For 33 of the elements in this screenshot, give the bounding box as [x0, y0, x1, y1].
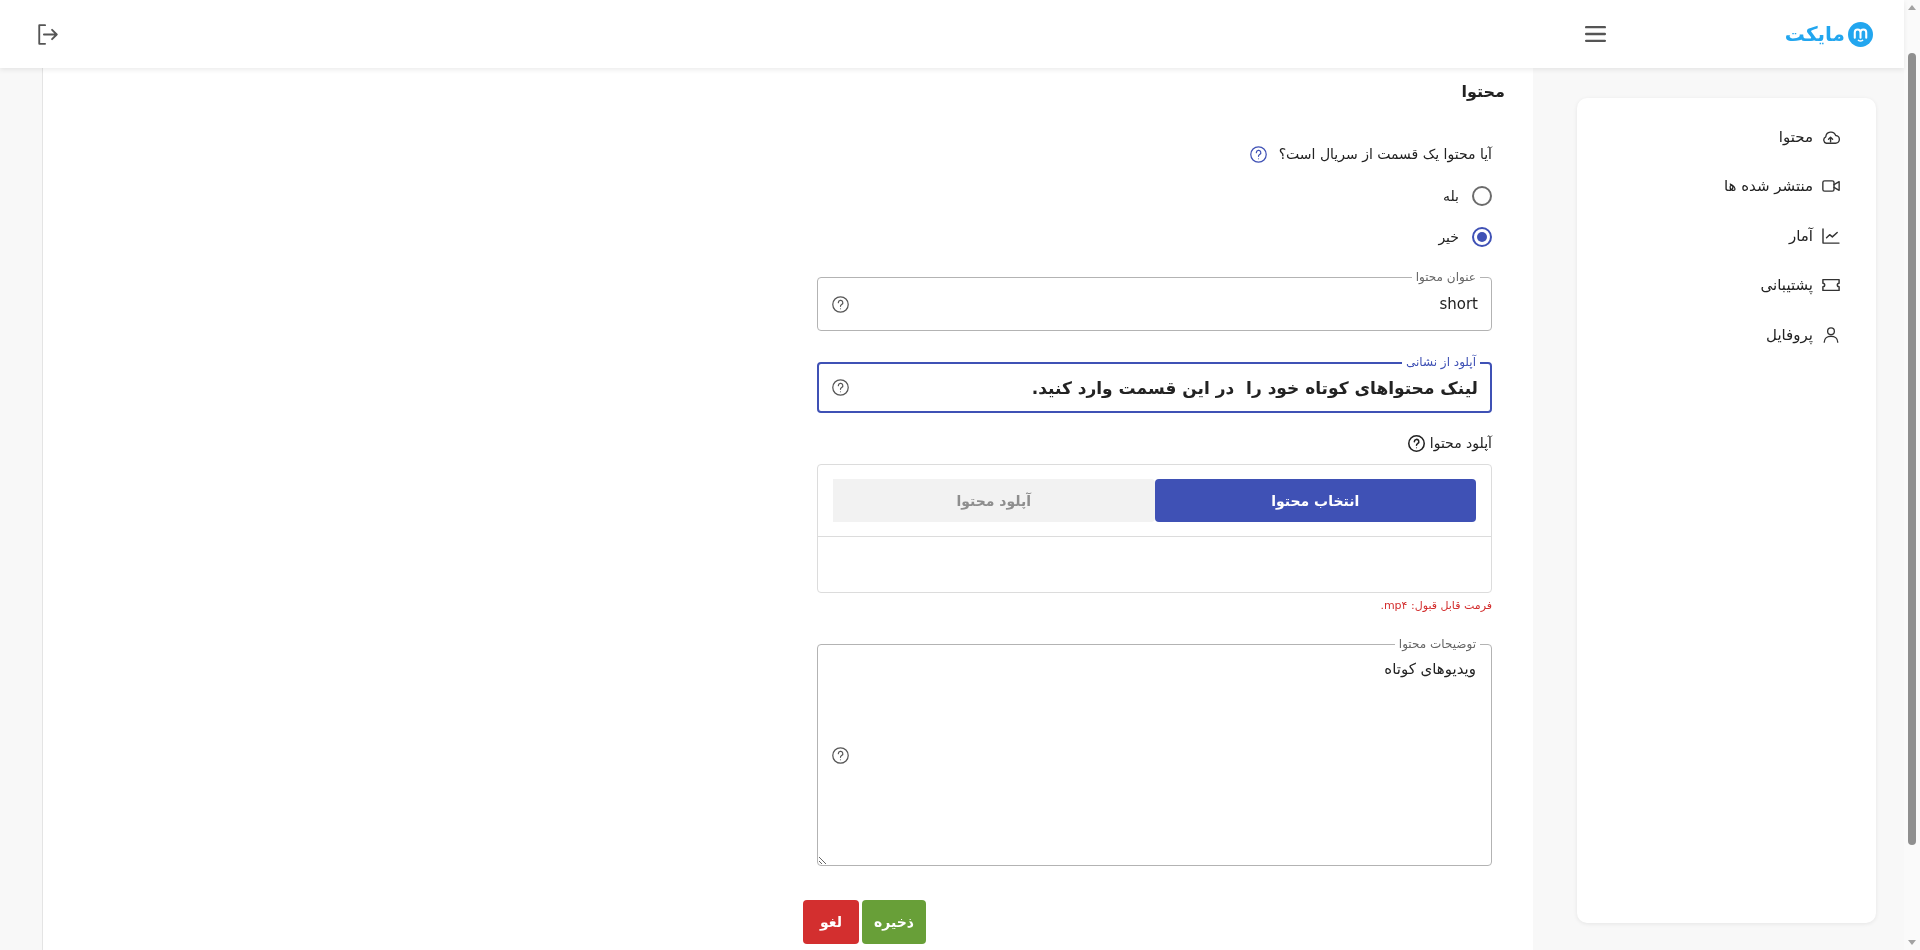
- help-icon[interactable]: [832, 295, 849, 313]
- scrollbar-thumb[interactable]: [1908, 53, 1916, 845]
- sidebar-item[interactable]: منتشر شده ها: [1723, 161, 1840, 211]
- help-icon[interactable]: [1249, 145, 1267, 163]
- cloud-upload-icon: [1822, 128, 1840, 145]
- line-chart-icon: [1822, 227, 1840, 244]
- ticket-icon: [1822, 277, 1840, 294]
- help-icon[interactable]: [1407, 434, 1425, 452]
- menu-icon[interactable]: [1584, 26, 1606, 42]
- radio-button[interactable]: [1472, 226, 1492, 247]
- sidebar-item[interactable]: پروفایل: [1766, 310, 1840, 360]
- field-label: توضیحات محتوا: [1394, 636, 1480, 652]
- help-icon[interactable]: [832, 746, 849, 764]
- option-label[interactable]: خیر: [1438, 228, 1459, 245]
- help-icon[interactable]: [832, 379, 849, 396]
- upload-label: آپلود محتوا: [1429, 435, 1492, 451]
- person-icon: [1822, 326, 1840, 343]
- choose-file-button[interactable]: انتخاب محتوا: [1154, 479, 1476, 522]
- logo-icon: [1848, 21, 1873, 47]
- sidebar-item[interactable]: محتوا: [1778, 112, 1840, 162]
- field-label: آپلود از نشانی: [1402, 354, 1480, 370]
- logout-icon[interactable]: [38, 23, 58, 45]
- video-camera-icon: [1822, 178, 1840, 195]
- page-title: محتوا: [1461, 81, 1505, 103]
- radio-button[interactable]: [1472, 185, 1492, 206]
- sidebar-item[interactable]: آمار: [1788, 211, 1840, 261]
- field-label: عنوان محتوا: [1411, 269, 1480, 285]
- sidebar-item[interactable]: پشتیبانی: [1760, 260, 1840, 310]
- option-label[interactable]: بله: [1442, 187, 1459, 204]
- brand-name: مایکت: [1784, 21, 1845, 47]
- cancel-button[interactable]: لغو: [803, 900, 859, 944]
- question-label: آیا محتوا یک قسمت از سریال است؟: [1278, 146, 1492, 162]
- format-hint: فرمت قابل قبول: mp۴.: [1380, 599, 1492, 613]
